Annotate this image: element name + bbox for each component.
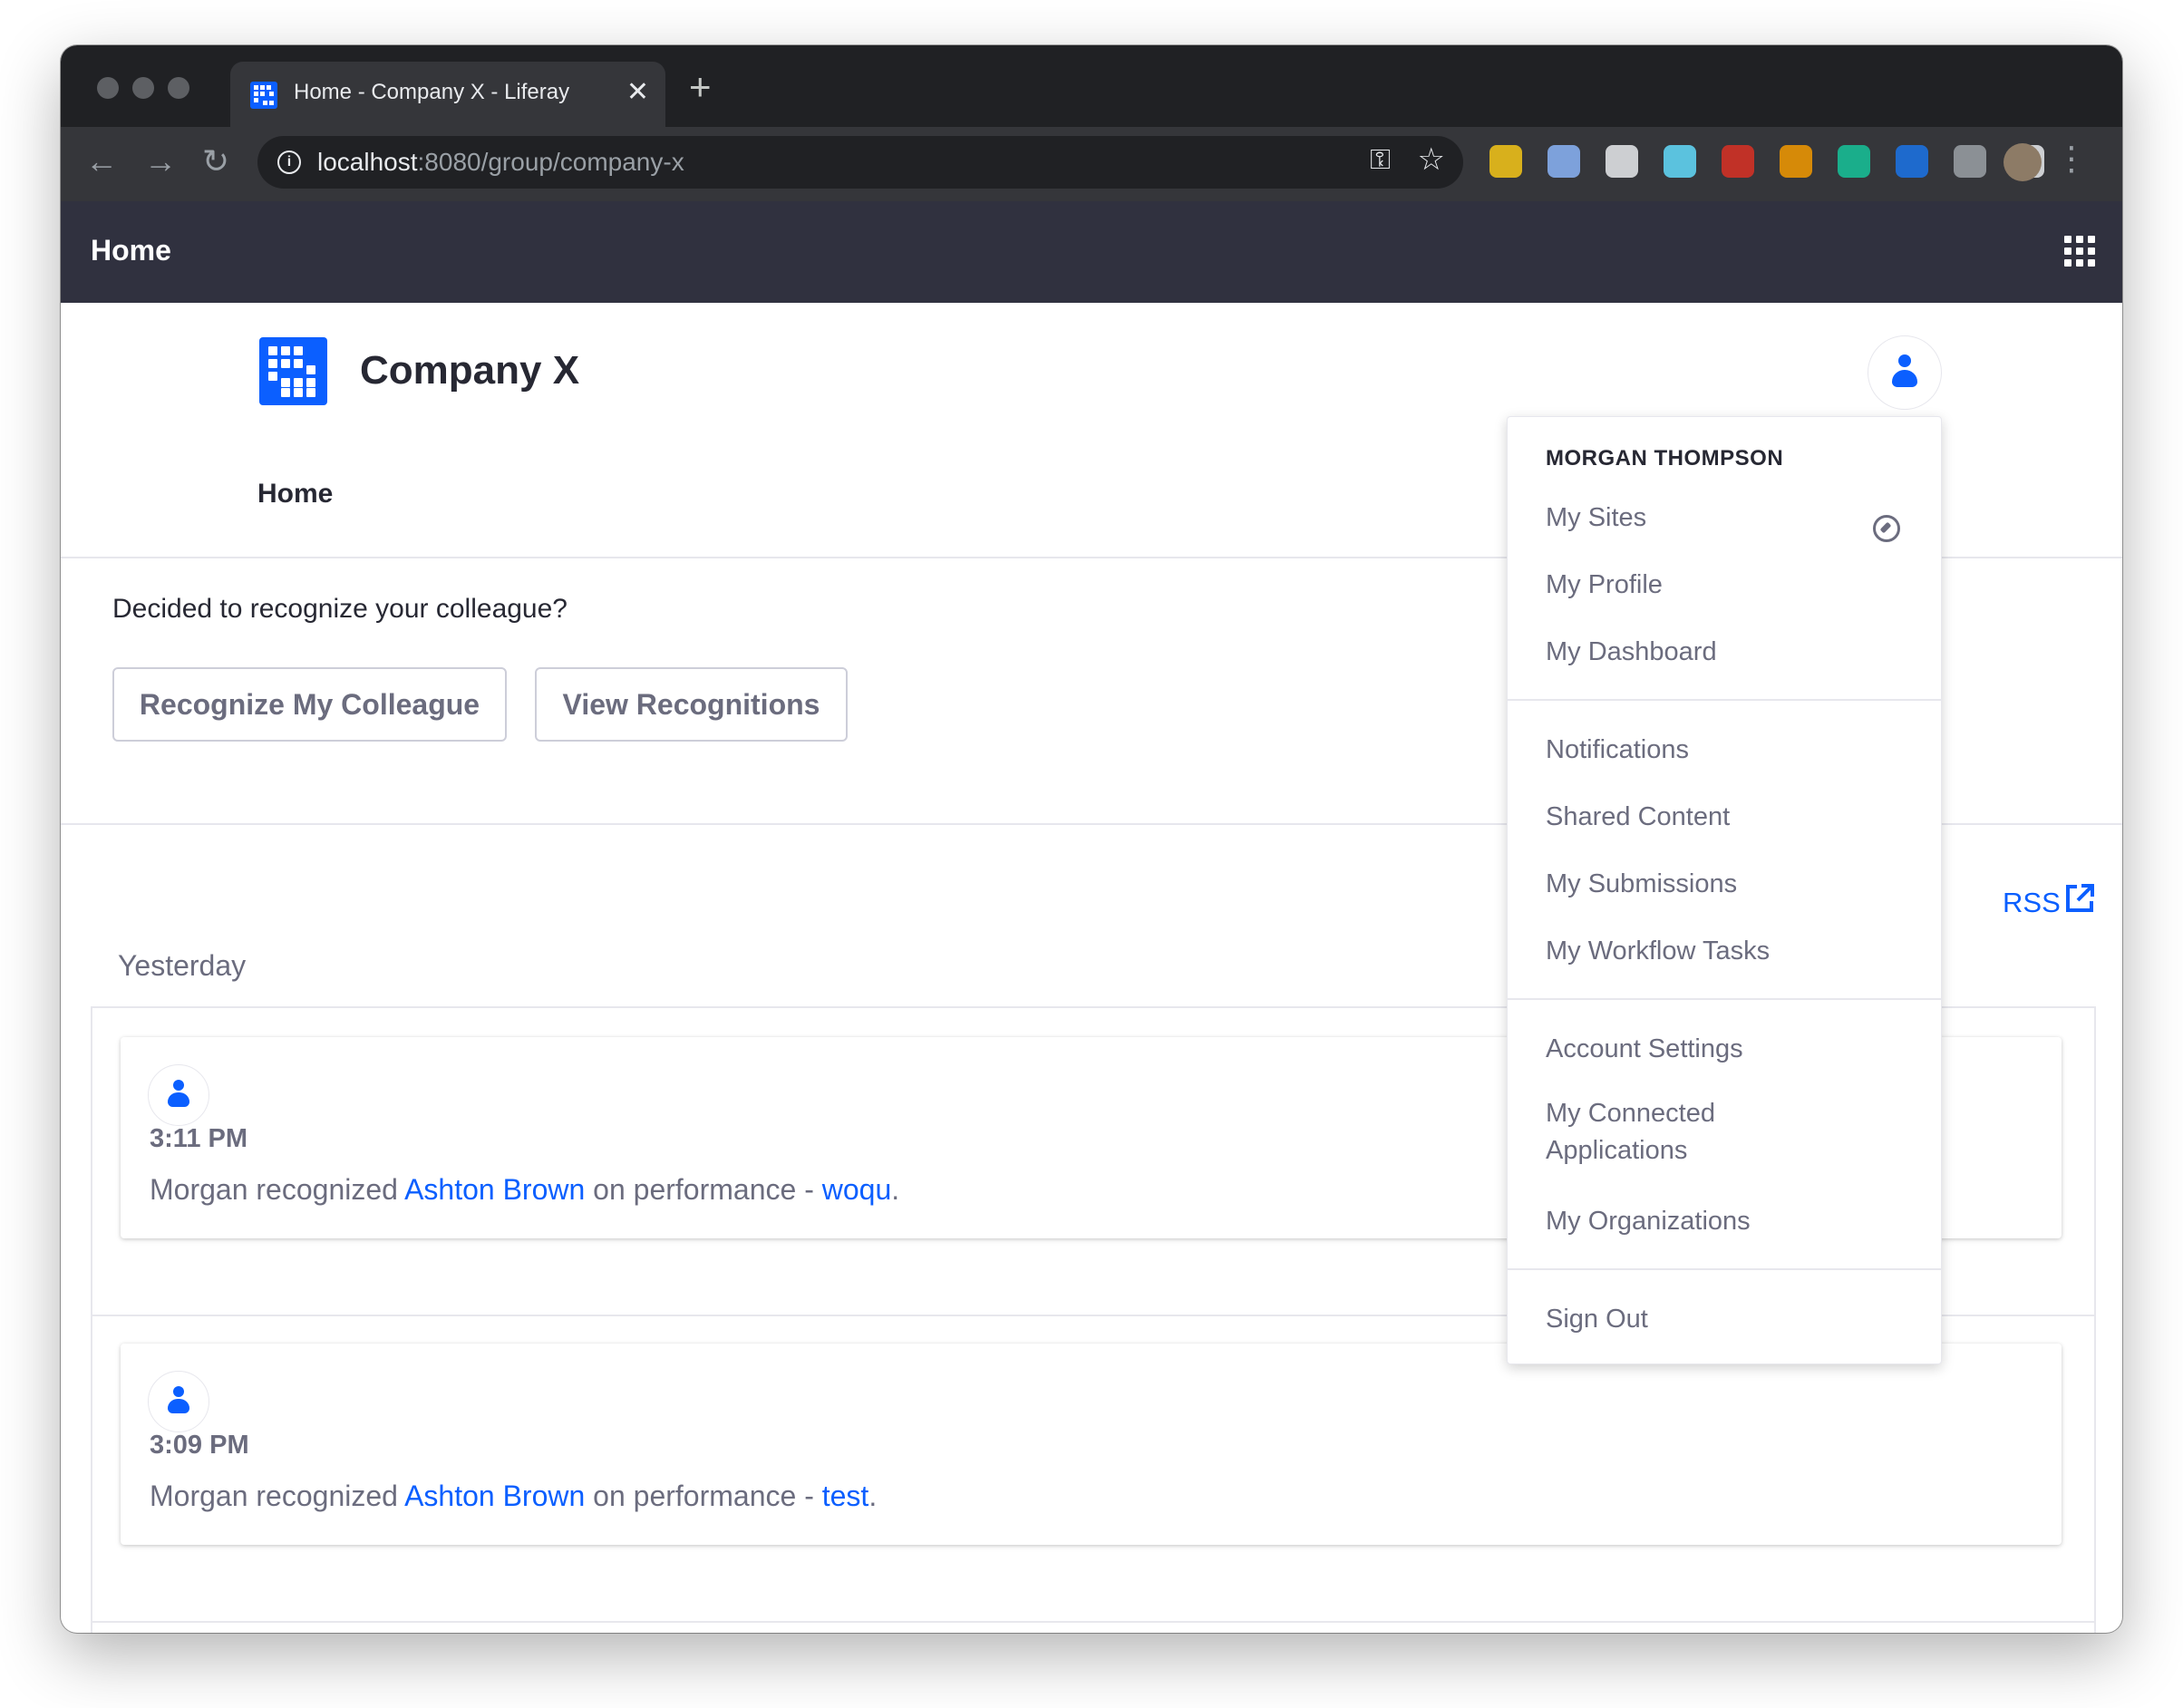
topic-link[interactable]: woqu bbox=[822, 1173, 892, 1206]
nav-item-home[interactable]: Home bbox=[257, 479, 333, 509]
person-link[interactable]: Ashton Brown bbox=[404, 1480, 585, 1512]
menu-item-shared-content[interactable]: Shared Content bbox=[1546, 802, 1730, 832]
recognize-colleague-button[interactable]: Recognize My Colleague bbox=[112, 667, 507, 742]
user-menu-header: MORGAN THOMPSON bbox=[1546, 446, 1784, 471]
menu-item-sign-out[interactable]: Sign Out bbox=[1546, 1305, 1648, 1334]
page-viewport: Company X Home Decided to recognize your… bbox=[61, 45, 2122, 1633]
menu-item-my-organizations[interactable]: My Organizations bbox=[1546, 1207, 1751, 1237]
menu-item-my-workflow-tasks[interactable]: My Workflow Tasks bbox=[1546, 936, 1770, 966]
menu-item-notifications[interactable]: Notifications bbox=[1546, 735, 1689, 765]
menu-item-my-connected-applications[interactable]: My Connected Applications bbox=[1546, 1095, 1818, 1169]
activity-time: 3:11 PM bbox=[150, 1124, 247, 1153]
view-recognitions-button[interactable]: View Recognitions bbox=[535, 667, 848, 742]
site-logo-icon[interactable] bbox=[259, 337, 327, 405]
activity-group-label: Yesterday bbox=[118, 949, 247, 982]
user-icon bbox=[166, 1386, 191, 1415]
menu-divider bbox=[1508, 998, 1941, 1000]
site-name[interactable]: Company X bbox=[360, 348, 579, 393]
activity-time: 3:09 PM bbox=[150, 1431, 249, 1460]
rss-link[interactable]: RSS bbox=[2003, 887, 2061, 919]
activity-card: 3:09 PM Morgan recognized Ashton Brown o… bbox=[121, 1344, 2062, 1545]
user-icon bbox=[1890, 354, 1919, 389]
menu-item-account-settings[interactable]: Account Settings bbox=[1546, 1034, 1743, 1064]
activity-text: Morgan recognized Ashton Brown on perfor… bbox=[150, 1173, 900, 1206]
menu-item-my-profile[interactable]: My Profile bbox=[1546, 570, 1663, 600]
user-icon bbox=[166, 1080, 191, 1109]
topic-link[interactable]: test bbox=[822, 1480, 869, 1512]
avatar bbox=[148, 1371, 209, 1432]
menu-item-my-dashboard[interactable]: My Dashboard bbox=[1546, 637, 1717, 667]
activity-text: Morgan recognized Ashton Brown on perfor… bbox=[150, 1480, 878, 1512]
activity-divider bbox=[92, 1621, 2094, 1623]
external-link-icon[interactable] bbox=[2064, 883, 2095, 914]
avatar bbox=[148, 1064, 209, 1126]
compass-icon bbox=[1873, 515, 1900, 542]
recognition-prompt: Decided to recognize your colleague? bbox=[112, 594, 568, 624]
user-menu-dropdown: MORGAN THOMPSON My Sites My Profile My D… bbox=[1507, 416, 1942, 1364]
menu-item-my-submissions[interactable]: My Submissions bbox=[1546, 869, 1737, 899]
user-avatar-button[interactable] bbox=[1868, 335, 1942, 410]
person-link[interactable]: Ashton Brown bbox=[404, 1173, 585, 1206]
menu-item-my-sites[interactable]: My Sites bbox=[1546, 503, 1646, 533]
menu-divider bbox=[1508, 1268, 1941, 1270]
menu-divider bbox=[1508, 699, 1941, 701]
